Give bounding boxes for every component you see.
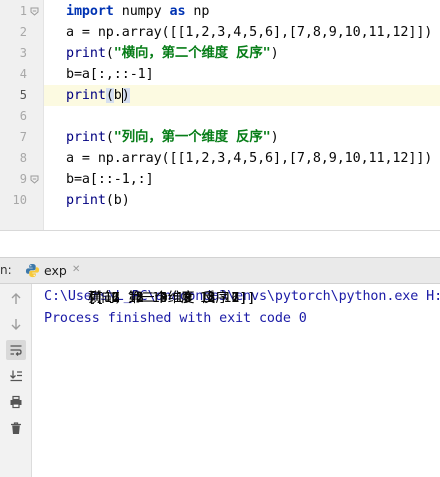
code-token: ) — [270, 46, 279, 61]
text-caret — [122, 88, 124, 103]
console-toolbar — [0, 284, 32, 477]
code-token: ( — [105, 46, 114, 61]
exit-status-line: Process finished with exit code 0 — [44, 310, 307, 326]
trash-icon[interactable] — [6, 418, 26, 438]
scroll-to-end-icon[interactable] — [6, 366, 26, 386]
code-line[interactable]: b=a[:,::-1] — [44, 64, 440, 85]
line-number: 5 — [19, 88, 27, 102]
line-number: 3 — [19, 46, 27, 60]
line-number: 6 — [19, 109, 27, 123]
code-line[interactable]: import numpy as np — [44, 1, 440, 22]
run-console: C:\Users\L_PC\anaconda3\envs\pytorch\pyt… — [0, 284, 440, 477]
line-number: 9 — [19, 172, 27, 186]
code-token: b — [113, 88, 122, 103]
arrow-up-icon[interactable] — [6, 289, 26, 309]
code-area[interactable]: import numpy as np a = np.array([[1,2,3,4… — [44, 1, 440, 211]
code-token: np — [185, 4, 210, 19]
print-icon[interactable] — [6, 392, 26, 412]
code-line[interactable]: print(b) — [44, 190, 440, 211]
code-token: b=a[:,::-1] — [66, 67, 154, 82]
code-token: numpy — [113, 4, 170, 19]
line-numbers: 1 2 3 4 5 6 7 8 9 10 — [0, 1, 27, 211]
code-line[interactable]: print(b) — [44, 85, 440, 106]
run-tab-label: exp — [44, 263, 67, 278]
line-number: 10 — [12, 193, 27, 207]
editor-gutter: 1 2 3 4 5 6 7 8 9 10 — [0, 0, 44, 230]
line-number: 8 — [19, 151, 27, 165]
code-token: print — [66, 46, 106, 61]
code-line[interactable]: b=a[::-1,:] — [44, 169, 440, 190]
code-token: b=a[::-1,:] — [66, 172, 154, 187]
fold-collapse-icon[interactable] — [30, 175, 39, 184]
run-label: n: — [0, 263, 12, 277]
code-token: a = np.array([[1,2,3,4,5,6],[7,8,9,10,11… — [66, 151, 433, 166]
code-token: "横向，第二个维度 反序" — [113, 46, 271, 61]
code-token: print — [66, 88, 106, 103]
line-number: 4 — [19, 67, 27, 81]
code-line[interactable]: a = np.array([[1,2,3,4,5,6],[7,8,9,10,11… — [44, 148, 440, 169]
code-line[interactable] — [44, 106, 440, 127]
close-icon[interactable]: ✕ — [72, 265, 80, 275]
code-token: print — [66, 193, 106, 208]
code-token: "列向，第一个维度 反序" — [113, 130, 271, 145]
code-token: ( — [105, 130, 114, 145]
line-number: 1 — [19, 4, 27, 18]
code-token: (b) — [105, 193, 130, 208]
line-number: 2 — [19, 25, 27, 39]
code-line[interactable]: print("列向，第一个维度 反序") — [44, 127, 440, 148]
run-toolwindow-header: n: exp ✕ — [0, 257, 440, 284]
code-editor[interactable]: 1 2 3 4 5 6 7 8 9 10 import numpy as np a = np.arr… — [0, 0, 440, 230]
code-line[interactable]: a = np.array([[1,2,3,4,5,6],[7,8,9,10,11… — [44, 22, 440, 43]
code-token: import — [66, 4, 114, 19]
code-line[interactable]: print("横向，第二个维度 反序") — [44, 43, 440, 64]
soft-wrap-icon[interactable] — [6, 340, 26, 360]
fold-collapse-icon[interactable] — [30, 7, 39, 16]
python-icon — [25, 263, 40, 278]
code-token: as — [169, 4, 186, 19]
code-token: a = np.array([[1,2,3,4,5,6],[7,8,9,10,11… — [66, 25, 433, 40]
editor-panel-splitter[interactable] — [0, 230, 440, 257]
code-token: print — [66, 130, 106, 145]
console-output[interactable]: C:\Users\L_PC\anaconda3\envs\pytorch\pyt… — [44, 286, 440, 329]
run-tab-exp[interactable]: exp ✕ — [22, 258, 84, 283]
arrow-down-icon[interactable] — [6, 314, 26, 334]
code-token: ) — [270, 130, 279, 145]
code-token: ( — [105, 88, 114, 103]
line-number: 7 — [19, 130, 27, 144]
